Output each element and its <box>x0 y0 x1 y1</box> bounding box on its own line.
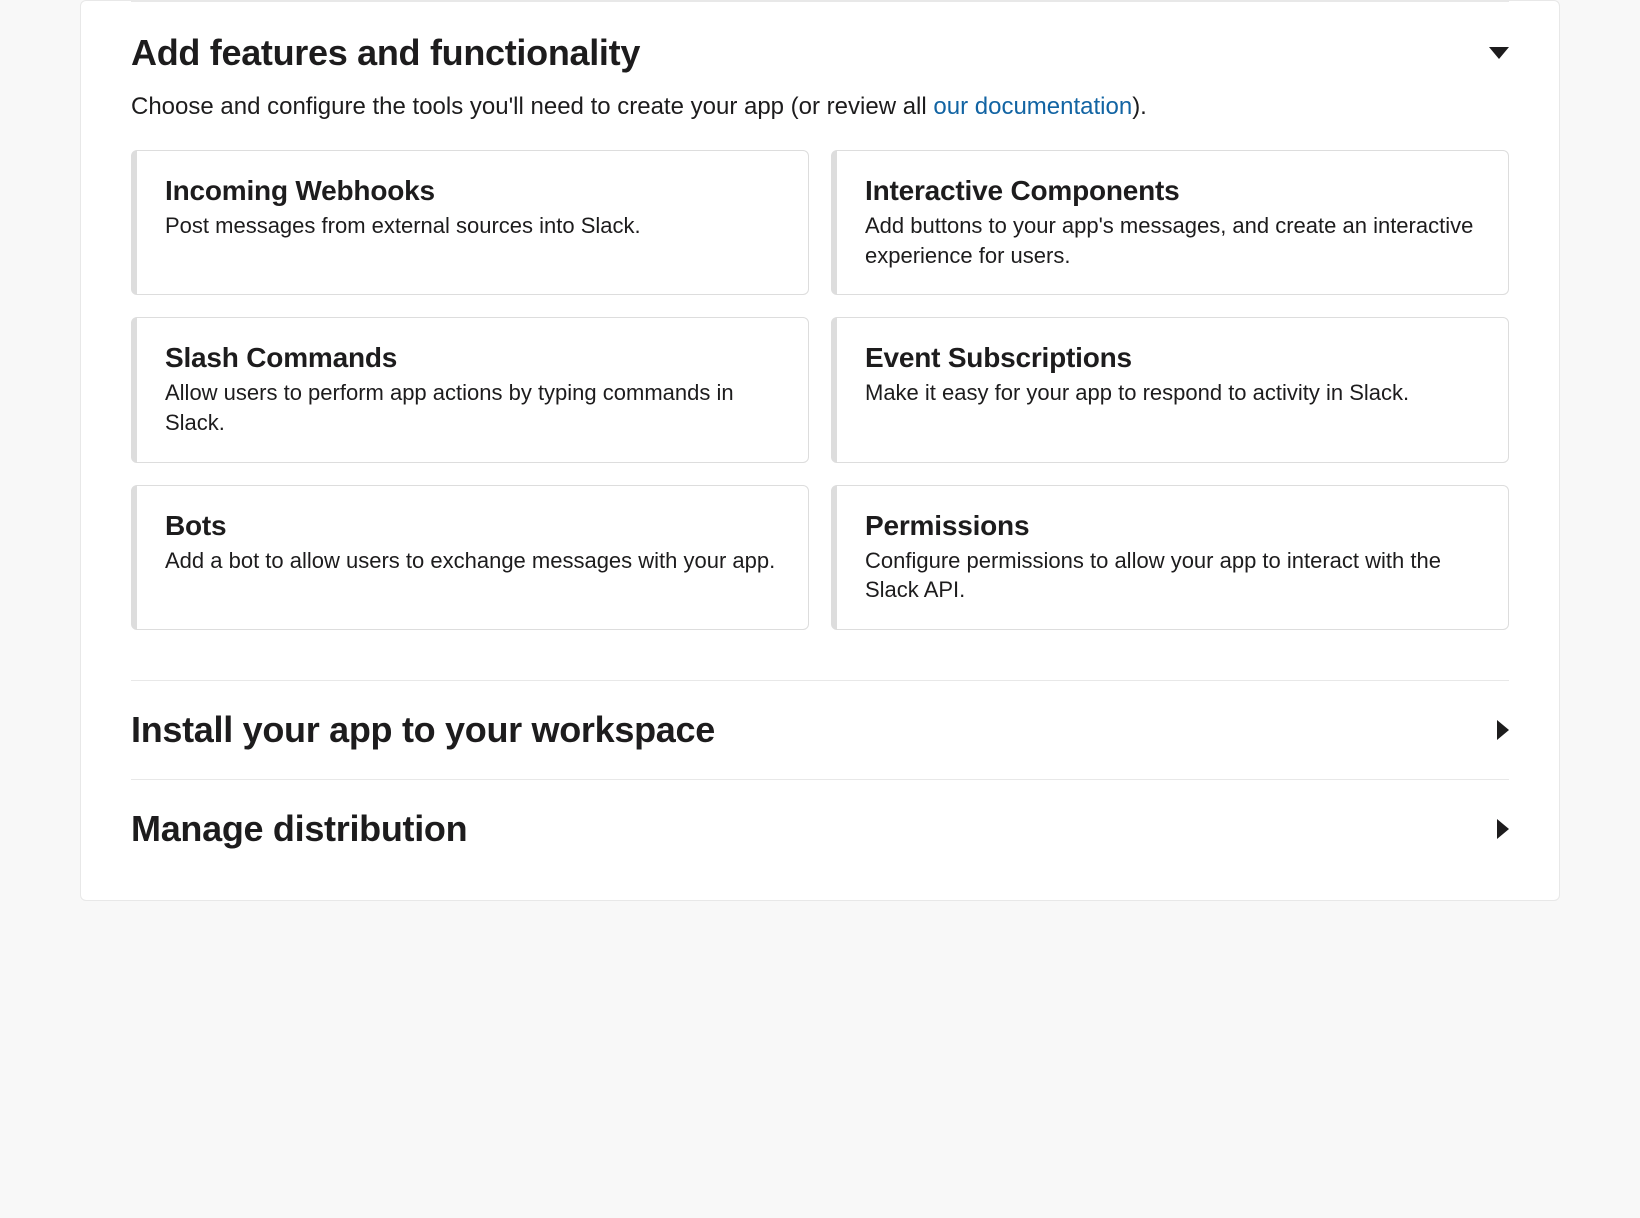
card-title: Interactive Components <box>865 175 1480 207</box>
card-title: Permissions <box>865 510 1480 542</box>
card-permissions[interactable]: Permissions Configure permissions to all… <box>831 485 1509 630</box>
section-title-distribution: Manage distribution <box>131 808 467 850</box>
card-desc: Add a bot to allow users to exchange mes… <box>165 546 780 576</box>
section-header-install[interactable]: Install your app to your workspace <box>81 681 1559 779</box>
chevron-right-icon <box>1497 819 1509 839</box>
card-desc: Make it easy for your app to respond to … <box>865 378 1480 408</box>
subtitle-post: ). <box>1132 93 1147 120</box>
section-title-features: Add features and functionality <box>131 32 640 74</box>
card-desc: Add buttons to your app's messages, and … <box>865 211 1480 270</box>
section-header-features[interactable]: Add features and functionality <box>81 2 1559 84</box>
card-event-subscriptions[interactable]: Event Subscriptions Make it easy for you… <box>831 317 1509 462</box>
card-title: Bots <box>165 510 780 542</box>
subtitle-pre: Choose and configure the tools you'll ne… <box>131 93 933 120</box>
section-title-install: Install your app to your workspace <box>131 709 715 751</box>
card-interactive-components[interactable]: Interactive Components Add buttons to yo… <box>831 150 1509 295</box>
card-desc: Allow users to perform app actions by ty… <box>165 378 780 437</box>
documentation-link[interactable]: our documentation <box>933 93 1132 120</box>
card-title: Incoming Webhooks <box>165 175 780 207</box>
section-subtitle-features: Choose and configure the tools you'll ne… <box>81 84 1559 150</box>
card-title: Slash Commands <box>165 342 780 374</box>
card-bots[interactable]: Bots Add a bot to allow users to exchang… <box>131 485 809 630</box>
section-header-distribution[interactable]: Manage distribution <box>81 780 1559 860</box>
card-slash-commands[interactable]: Slash Commands Allow users to perform ap… <box>131 317 809 462</box>
card-desc: Configure permissions to allow your app … <box>865 546 1480 605</box>
card-title: Event Subscriptions <box>865 342 1480 374</box>
features-cards-grid: Incoming Webhooks Post messages from ext… <box>81 150 1559 680</box>
chevron-right-icon <box>1497 720 1509 740</box>
card-incoming-webhooks[interactable]: Incoming Webhooks Post messages from ext… <box>131 150 809 295</box>
chevron-down-icon <box>1489 47 1509 59</box>
card-desc: Post messages from external sources into… <box>165 211 780 241</box>
settings-panel: Add features and functionality Choose an… <box>80 0 1560 901</box>
